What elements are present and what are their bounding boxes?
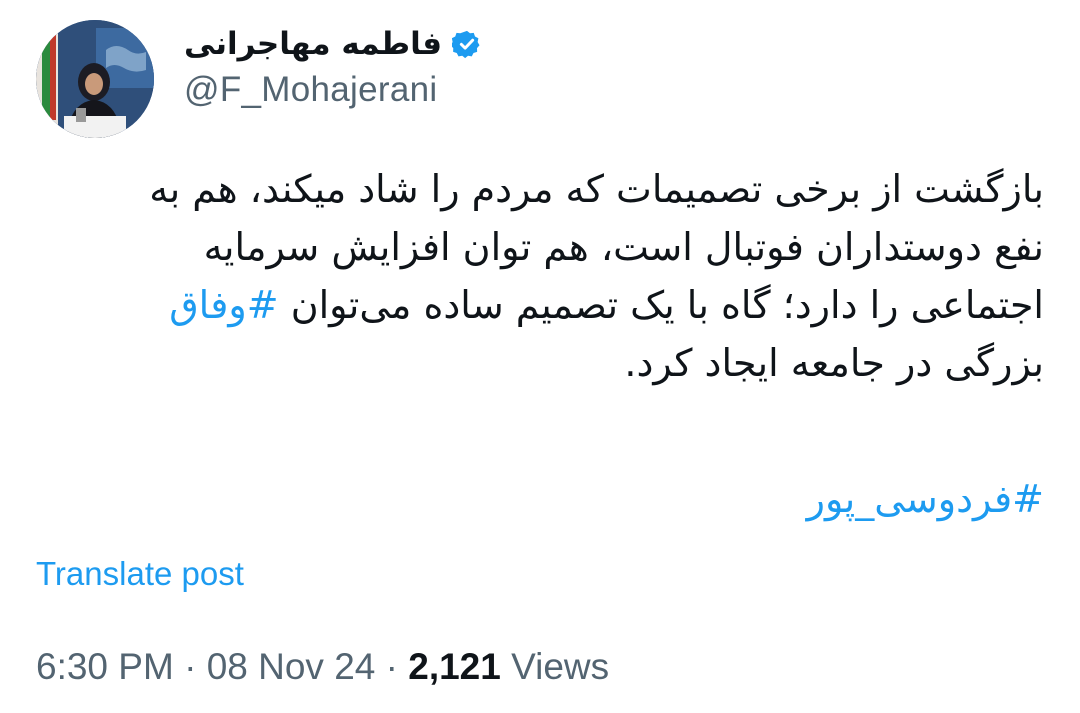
post-date[interactable]: 08 Nov 24 [207,646,376,687]
post-text-segment: اجتماعی را دارد؛ گاه با یک تصمیم ساده می… [278,283,1044,327]
verified-badge-icon [452,30,480,59]
avatar[interactable] [36,20,154,138]
post-time[interactable]: 6:30 PM [36,646,174,687]
avatar-image [36,20,154,138]
post-text-line: بازگشت از برخی تصمیمات که مردم را شاد می… [149,167,1044,211]
post-header: فاطمه مهاجرانی @F_Mohajerani [36,18,1040,138]
post-card: فاطمه مهاجرانی @F_Mohajerani بازگشت از ب… [0,0,1080,713]
post-text-line: بزرگی در جامعه ایجاد کرد. [624,341,1044,385]
author-handle[interactable]: @F_Mohajerani [184,70,484,110]
views-label: Views [500,646,610,687]
views-count: 2,121 [408,646,501,687]
display-name-row[interactable]: فاطمه مهاجرانی [184,26,484,62]
post-meta: 6:30 PM · 08 Nov 24 · 2,121 Views [36,646,609,688]
display-name: فاطمه مهاجرانی [184,26,443,62]
author-names: فاطمه مهاجرانی @F_Mohajerani [184,26,484,110]
translate-post-link[interactable]: Translate post [36,555,244,593]
post-text-line: نفع دوستداران فوتبال است، هم توان افزایش… [203,225,1044,269]
meta-separator: · [173,646,207,687]
hashtag-link[interactable]: #وفاق [169,283,278,327]
hashtag-link[interactable]: #فردوسی_پور [807,470,1044,528]
post-text-line: اجتماعی را دارد؛ گاه با یک تصمیم ساده می… [34,276,1044,334]
post-text: بازگشت از برخی تصمیمات که مردم را شاد می… [34,160,1044,392]
meta-separator: · [375,646,409,687]
